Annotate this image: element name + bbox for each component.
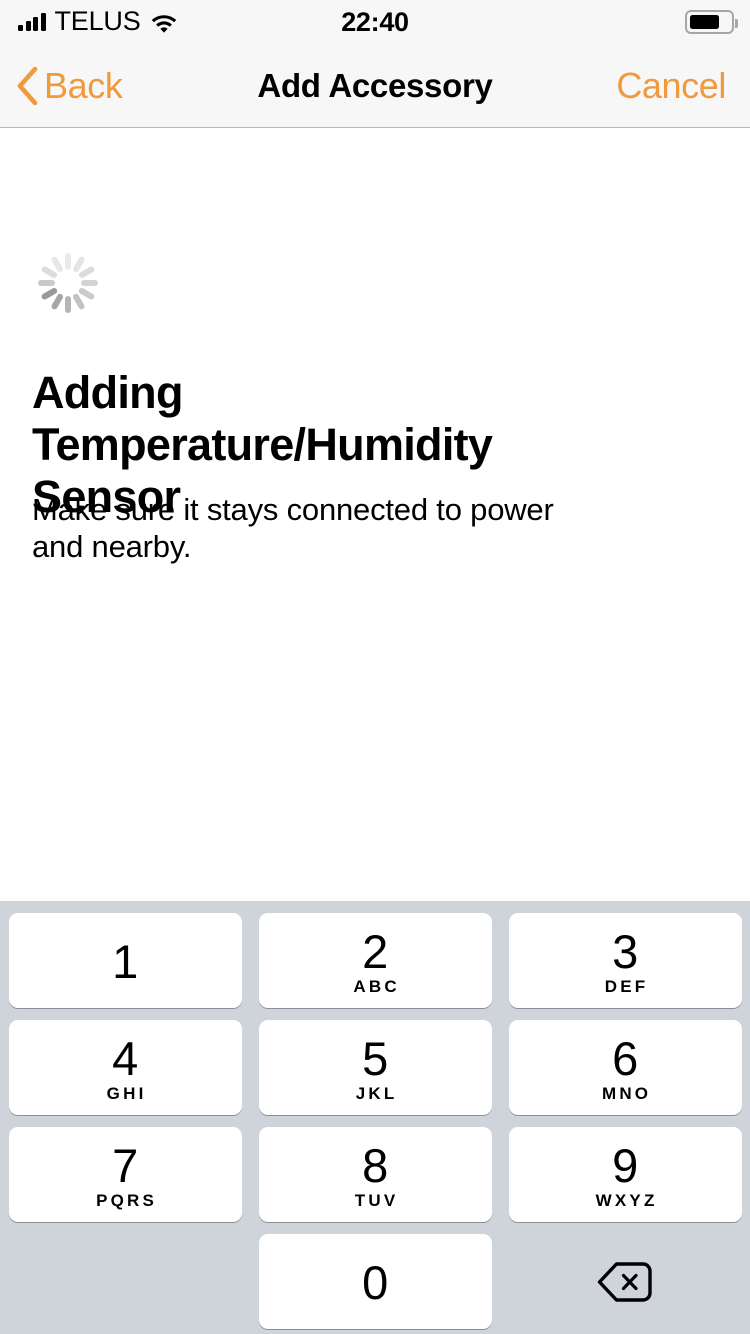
key-letters-label: MNO xyxy=(601,1083,652,1103)
key-digit-label: 1 xyxy=(112,934,138,988)
keypad-slot: 5 JKL xyxy=(250,1020,500,1115)
keypad-slot: 6 MNO xyxy=(500,1020,750,1115)
content-area: Adding Temperature/Humidity Sensor Make … xyxy=(0,129,750,901)
status-bar-right xyxy=(685,0,738,44)
key-letters-label: PQRS xyxy=(96,1190,158,1210)
battery-fill xyxy=(690,15,719,29)
key-1[interactable]: 1 xyxy=(8,913,242,1008)
keypad-row: 4 GHI 5 JKL 6 MNO xyxy=(0,1020,750,1115)
cancel-button[interactable]: Cancel xyxy=(616,44,726,127)
keypad-slot: 9 WXYZ xyxy=(500,1127,750,1222)
battery-icon xyxy=(685,10,738,34)
key-digit-label: 6 xyxy=(612,1031,638,1085)
keypad-slot: 3 DEF xyxy=(500,913,750,1008)
phone-screen: TELUS 22:40 Back Add Accessory Cancel Ad… xyxy=(0,0,750,1334)
key-5[interactable]: 5 JKL xyxy=(258,1020,492,1115)
key-digit-label: 2 xyxy=(362,924,388,978)
spinner-spoke xyxy=(81,280,98,286)
navigation-bar: Back Add Accessory Cancel xyxy=(0,44,750,128)
keypad-row: 7 PQRS 8 TUV 9 WXYZ xyxy=(0,1127,750,1222)
key-digit-label: 7 xyxy=(112,1138,138,1192)
keypad-slot: 7 PQRS xyxy=(0,1127,250,1222)
status-bar: TELUS 22:40 xyxy=(0,0,750,44)
key-letters-label: JKL xyxy=(355,1083,398,1103)
status-bar-time: 22:40 xyxy=(341,6,409,37)
key-letters-label: WXYZ xyxy=(595,1190,658,1210)
subcopy-text: Make sure it stays connected to power an… xyxy=(32,492,554,564)
keypad-slot: 1 xyxy=(0,913,250,1008)
key-0[interactable]: 0 xyxy=(258,1234,492,1329)
activity-spinner-icon xyxy=(36,251,100,315)
spinner-spoke xyxy=(65,253,71,270)
key-delete[interactable] xyxy=(509,1234,742,1329)
key-3[interactable]: 3 DEF xyxy=(508,913,742,1008)
key-letters-label: DEF xyxy=(604,976,649,996)
key-letters-label: GHI xyxy=(106,1083,147,1103)
spinner-spoke xyxy=(38,280,55,286)
key-7[interactable]: 7 PQRS xyxy=(8,1127,242,1222)
key-digit-label: 9 xyxy=(612,1138,638,1192)
key-letters-label: TUV xyxy=(354,1190,399,1210)
keypad-row: 0 xyxy=(0,1234,750,1329)
keypad-slot: 4 GHI xyxy=(0,1020,250,1115)
keypad-slot: 2 ABC xyxy=(250,913,500,1008)
key-digit-label: 4 xyxy=(112,1031,138,1085)
keypad-row: 1 2 ABC 3 DEF xyxy=(0,913,750,1008)
backspace-icon xyxy=(597,1261,652,1302)
keypad-slot: 0 xyxy=(250,1234,500,1329)
key-digit-label: 3 xyxy=(612,924,638,978)
key-digit-label: 5 xyxy=(362,1031,388,1085)
key-4[interactable]: 4 GHI xyxy=(8,1020,242,1115)
key-8[interactable]: 8 TUV xyxy=(258,1127,492,1222)
key-2[interactable]: 2 ABC xyxy=(258,913,492,1008)
numeric-keypad: 1 2 ABC 3 DEF 4 GHI 5 JKL 6 MNO 7 PQRS 8 TUV 9 WXYZ 0 xyxy=(0,901,750,1334)
key-6[interactable]: 6 MNO xyxy=(508,1020,742,1115)
key-digit-label: 0 xyxy=(362,1255,388,1309)
spinner-spoke xyxy=(65,296,71,313)
keypad-slot xyxy=(0,1234,250,1329)
keypad-slot: 8 TUV xyxy=(250,1127,500,1222)
key-digit-label: 8 xyxy=(362,1138,388,1192)
key-letters-label: ABC xyxy=(353,976,400,996)
key-9[interactable]: 9 WXYZ xyxy=(508,1127,742,1222)
keypad-slot xyxy=(500,1234,750,1329)
